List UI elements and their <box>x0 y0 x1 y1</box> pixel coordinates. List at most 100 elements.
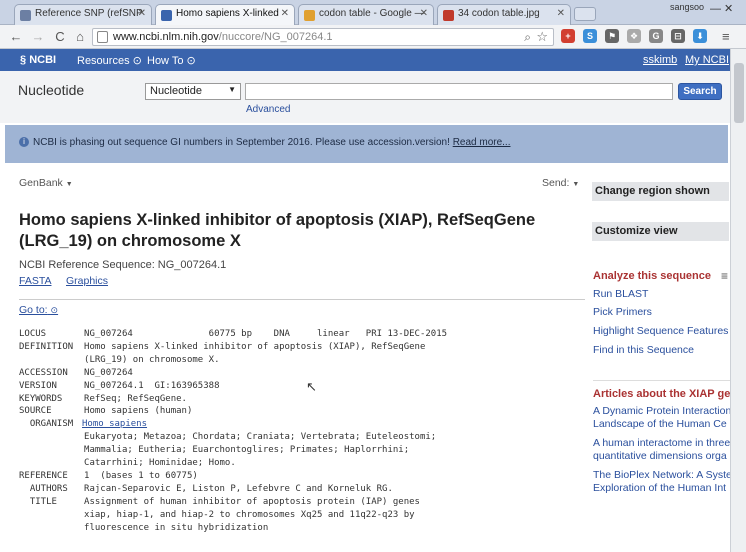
extension-icon[interactable]: ⬇ <box>693 29 707 43</box>
url-host: www.ncbi.nlm.nih.gov <box>113 31 219 43</box>
article-link[interactable]: A human interactome in three quantitative… <box>593 437 730 462</box>
my-ncbi-link[interactable]: My NCBI <box>685 54 729 66</box>
tab-codon-table-google[interactable]: codon table - Google — ✕ <box>298 4 434 25</box>
format-menu[interactable]: GenBank ▼ <box>19 177 73 189</box>
article-line: A human interactome in three <box>593 437 730 449</box>
home-icon[interactable]: ⌂ <box>72 28 88 45</box>
chevron-down-icon: ⊙ <box>186 55 196 67</box>
graphics-link[interactable]: Graphics <box>66 275 108 287</box>
user-link[interactable]: sskimb <box>643 54 677 66</box>
goto-label: Go to: <box>19 304 48 316</box>
flat-file-line: REFERENCE 1 (bases 1 to 60775) <box>19 470 198 481</box>
analyze-section-title: Analyze this sequence <box>593 270 711 282</box>
search-button[interactable]: Search <box>678 83 722 100</box>
extension-icon[interactable]: ⚑ <box>605 29 619 43</box>
extension-icon[interactable]: ❖ <box>627 29 641 43</box>
extension-icon[interactable]: ⊟ <box>671 29 685 43</box>
ncbi-header-bar: § NCBI Resources ⊙ How To ⊙ sskimb My NC… <box>0 49 746 71</box>
ncbi-logo-icon: § <box>20 54 30 66</box>
article-line: The BioPlex Network: A Syste <box>593 469 730 481</box>
forward-icon[interactable]: → <box>30 28 46 45</box>
main-content: GenBank ▼ Send: ▼ Homo sapiens X-linked … <box>0 163 730 552</box>
flat-file-line: fluorescence in situ hybridization <box>19 522 269 533</box>
change-region-button[interactable]: Change region shown <box>592 182 729 201</box>
back-icon[interactable]: ← <box>8 28 24 45</box>
send-menu[interactable]: Send: ▼ <box>542 177 579 189</box>
article-line: Exploration of the Human Int <box>593 481 727 494</box>
highlight-features-link[interactable]: Highlight Sequence Features <box>593 325 728 337</box>
new-tab-button[interactable] <box>574 7 596 21</box>
advanced-link[interactable]: Advanced <box>246 104 290 115</box>
scrollbar-thumb[interactable] <box>734 63 744 123</box>
tab-favicon <box>443 10 454 21</box>
menu-icon[interactable]: ≡ <box>722 29 730 44</box>
flat-file-line: Mammalia; Eutheria; Euarchontoglires; Pr… <box>19 445 410 456</box>
tab-title: 34 codon table.jpg <box>458 8 540 19</box>
url-text: www.ncbi.nlm.nih.gov/nuccore/NG_007264.1 <box>113 31 333 43</box>
article-link[interactable]: A Dynamic Protein Interaction Landscape o… <box>593 405 730 430</box>
customize-view-button[interactable]: Customize view <box>592 222 729 241</box>
flat-file-line: (LRG_19) on chromosome X. <box>19 354 220 365</box>
address-bar[interactable]: www.ncbi.nlm.nih.gov/nuccore/NG_007264.1… <box>92 28 554 46</box>
extension-icon[interactable]: + <box>561 29 575 43</box>
resources-menu[interactable]: Resources ⊙ <box>77 54 142 67</box>
record-title: Homo sapiens X-linked inhibitor of apopt… <box>19 210 589 252</box>
goto-link[interactable]: Go to: ⊙ <box>19 304 58 316</box>
article-line: Landscape of the Human Ce <box>593 417 727 430</box>
record-title-line: (LRG_19) on chromosome X <box>19 232 241 250</box>
banner-text: NCBI is phasing out sequence GI numbers … <box>33 137 511 148</box>
send-label: Send: <box>542 177 570 189</box>
close-icon[interactable]: ✕ <box>281 8 289 19</box>
vertical-scrollbar[interactable] <box>730 49 746 552</box>
ncbi-logo[interactable]: § NCBI <box>20 54 56 66</box>
zoom-icon[interactable]: ⌕ <box>524 30 531 45</box>
chevron-down-icon: ▼ <box>65 181 73 188</box>
extension-icon[interactable]: G <box>649 29 663 43</box>
info-icon: i <box>19 137 29 147</box>
flat-file-line: TITLE Assignment of human inhibitor of a… <box>19 496 420 507</box>
article-link[interactable]: The BioPlex Network: A Syste Exploration … <box>593 469 730 494</box>
browser-tab-strip: Reference SNP (refSNP ✕ Homo sapiens X-l… <box>0 0 746 25</box>
page-icon <box>97 31 108 43</box>
bookmark-star-icon[interactable]: ☆ <box>536 29 548 45</box>
pick-primers-link[interactable]: Pick Primers <box>593 306 652 318</box>
database-select-value: Nucleotide <box>150 85 202 97</box>
tab-reference-snp[interactable]: Reference SNP (refSNP ✕ <box>14 4 152 25</box>
howto-menu[interactable]: How To ⊙ <box>147 54 196 67</box>
window-controls-icon[interactable]: — ✕ <box>710 2 733 15</box>
chevron-down-icon: ⊙ <box>50 305 59 315</box>
howto-label: How To <box>147 55 184 67</box>
format-label: GenBank <box>19 177 63 189</box>
collapse-icon[interactable]: ≡ <box>721 269 728 283</box>
flat-file-line: DEFINITION Homo sapiens X-linked inhibit… <box>19 341 426 352</box>
extension-icon[interactable]: S <box>583 29 597 43</box>
divider <box>19 299 585 300</box>
article-line: quantitative dimensions orga <box>593 449 727 462</box>
tab-homo-sapiens[interactable]: Homo sapiens X-linked ✕ <box>155 4 295 25</box>
close-icon[interactable]: ✕ <box>420 8 428 19</box>
genbank-flat-file: LOCUS NG_007264 60775 bp DNA linear PRI … <box>19 328 589 535</box>
tab-title: Reference SNP (refSNP <box>35 8 143 19</box>
chevron-down-icon: ⊙ <box>132 55 142 67</box>
run-blast-link[interactable]: Run BLAST <box>593 288 648 300</box>
flat-file-line: VERSION NG_007264.1 GI:163965388 <box>19 380 220 391</box>
tab-title: Homo sapiens X-linked <box>176 8 279 19</box>
tab-title: codon table - Google — <box>319 8 425 19</box>
database-select[interactable]: Nucleotide ▼ <box>145 83 241 100</box>
search-input[interactable] <box>245 83 673 100</box>
divider <box>593 380 730 381</box>
close-icon[interactable]: ✕ <box>557 8 565 19</box>
tab-codon-table-jpg[interactable]: 34 codon table.jpg ✕ <box>437 4 571 25</box>
find-in-sequence-link[interactable]: Find in this Sequence <box>593 344 694 356</box>
reload-icon[interactable]: C <box>52 28 68 45</box>
fasta-link[interactable]: FASTA <box>19 275 51 287</box>
gi-phaseout-banner: i NCBI is phasing out sequence GI number… <box>5 125 728 163</box>
organism-link[interactable]: Homo sapiens <box>82 419 147 429</box>
close-icon[interactable]: ✕ <box>138 8 146 19</box>
tab-favicon <box>20 10 31 21</box>
flat-file-line: xiap, hiap-1, and hiap-2 to chromosomes … <box>19 509 415 520</box>
read-more-link[interactable]: Read more... <box>453 137 511 148</box>
flat-file-line: LOCUS NG_007264 60775 bp DNA linear PRI … <box>19 329 448 339</box>
flat-file-line: SOURCE Homo sapiens (human) <box>19 406 193 417</box>
flat-file-line: Catarrhini; Hominidae; Homo. <box>19 458 236 469</box>
